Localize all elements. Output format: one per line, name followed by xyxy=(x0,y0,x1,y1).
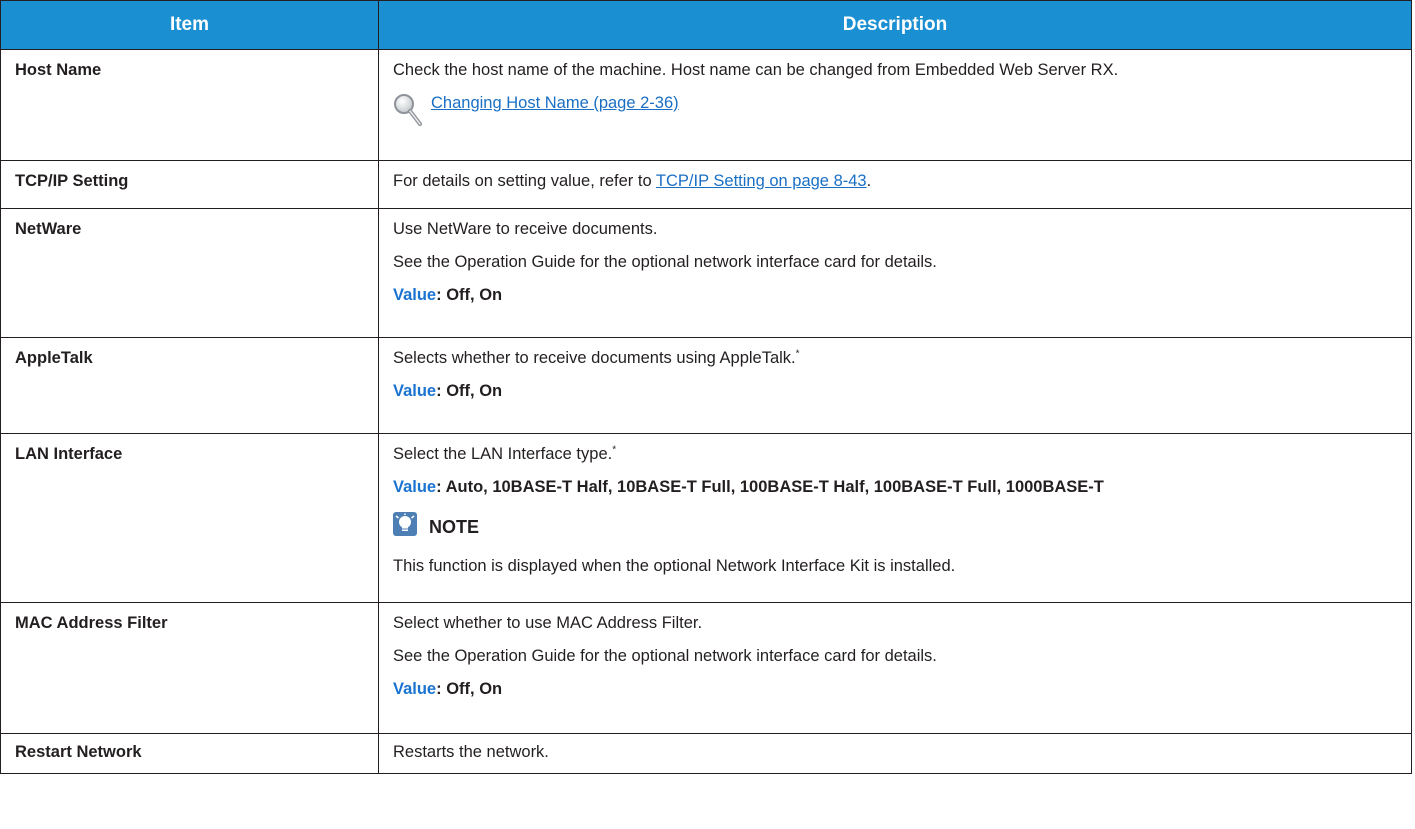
value-line: Value: Off, On xyxy=(393,679,1398,700)
row-item-host-name: Host Name xyxy=(0,49,379,161)
value-label: Value xyxy=(393,680,437,698)
value-options: : Off, On xyxy=(436,680,503,698)
value-options: : Auto, 10BASE-T Half, 10BASE-T Full, 10… xyxy=(436,478,1104,496)
settings-table: Item Description Host Name Check the hos… xyxy=(0,0,1412,774)
description-text: Restarts the network. xyxy=(393,743,549,761)
table-header-row: Item Description xyxy=(0,0,1412,50)
description-text-wrap: Select the LAN Interface type.* xyxy=(393,444,1398,465)
row-item-lan-interface: LAN Interface xyxy=(0,433,379,603)
description-text: See the Operation Guide for the optional… xyxy=(393,253,937,271)
description-text: Select the LAN Interface type. xyxy=(393,445,613,463)
value-options: : Off, On xyxy=(436,382,503,400)
row-item-netware: NetWare xyxy=(0,208,379,338)
row-item-tcpip-setting: TCP/IP Setting xyxy=(0,160,379,209)
description-text: For details on setting value, refer to xyxy=(393,172,656,190)
header-description: Description xyxy=(378,0,1412,50)
row-item-restart-network: Restart Network xyxy=(0,733,379,774)
table-row: TCP/IP Setting For details on setting va… xyxy=(0,160,1412,209)
reference: Changing Host Name (page 2-36) xyxy=(393,93,1398,133)
note-text: This function is displayed when the opti… xyxy=(393,557,956,575)
footnote-marker: * xyxy=(795,348,800,360)
value-line: Value: Off, On xyxy=(393,381,1398,402)
description-text: Select whether to use MAC Address Filter… xyxy=(393,614,703,632)
page: Item Description Host Name Check the hos… xyxy=(0,0,1415,829)
description-text-end: . xyxy=(866,172,872,190)
table-row: Host Name Check the host name of the mac… xyxy=(0,49,1412,161)
link-changing-host-name[interactable]: Changing Host Name (page 2-36) xyxy=(431,93,679,114)
row-description: Restarts the network. xyxy=(378,733,1412,774)
row-description: For details on setting value, refer to T… xyxy=(378,160,1412,209)
description-text: See the Operation Guide for the optional… xyxy=(393,647,937,665)
table-row: MAC Address Filter Select whether to use… xyxy=(0,602,1412,734)
table-row: AppleTalk Selects whether to receive doc… xyxy=(0,337,1412,434)
header-item: Item xyxy=(0,0,379,50)
value-label: Value xyxy=(393,382,437,400)
table-row: LAN Interface Select the LAN Interface t… xyxy=(0,433,1412,603)
value-line: Value: Auto, 10BASE-T Half, 10BASE-T Ful… xyxy=(393,477,1398,498)
table-row: NetWare Use NetWare to receive documents… xyxy=(0,208,1412,338)
footnote-marker: * xyxy=(612,444,617,456)
note-lightbulb-icon xyxy=(393,512,417,542)
value-label: Value xyxy=(393,478,437,496)
row-description: Select whether to use MAC Address Filter… xyxy=(378,602,1412,734)
row-description: Select the LAN Interface type.* Value: A… xyxy=(378,433,1412,603)
link-tcpip-setting[interactable]: TCP/IP Setting on page 8-43 xyxy=(656,172,867,190)
note-title: NOTE xyxy=(429,516,480,537)
description-text: Check the host name of the machine. Host… xyxy=(393,61,1119,79)
description-text: Selects whether to receive documents usi… xyxy=(393,349,796,367)
description-text: Use NetWare to receive documents. xyxy=(393,220,658,238)
note-heading: NOTE xyxy=(393,512,1398,542)
value-label: Value xyxy=(393,286,437,304)
row-description: Check the host name of the machine. Host… xyxy=(378,49,1412,161)
table-row: Restart Network Restarts the network. xyxy=(0,733,1412,774)
value-options: : Off, On xyxy=(436,286,503,304)
row-description: Use NetWare to receive documents. See th… xyxy=(378,208,1412,338)
description-text-wrap: Selects whether to receive documents usi… xyxy=(393,348,1398,369)
value-line: Value: Off, On xyxy=(393,285,1398,306)
row-item-mac-address-filter: MAC Address Filter xyxy=(0,602,379,734)
magnifier-icon xyxy=(393,93,423,133)
row-description: Selects whether to receive documents usi… xyxy=(378,337,1412,434)
row-item-appletalk: AppleTalk xyxy=(0,337,379,434)
